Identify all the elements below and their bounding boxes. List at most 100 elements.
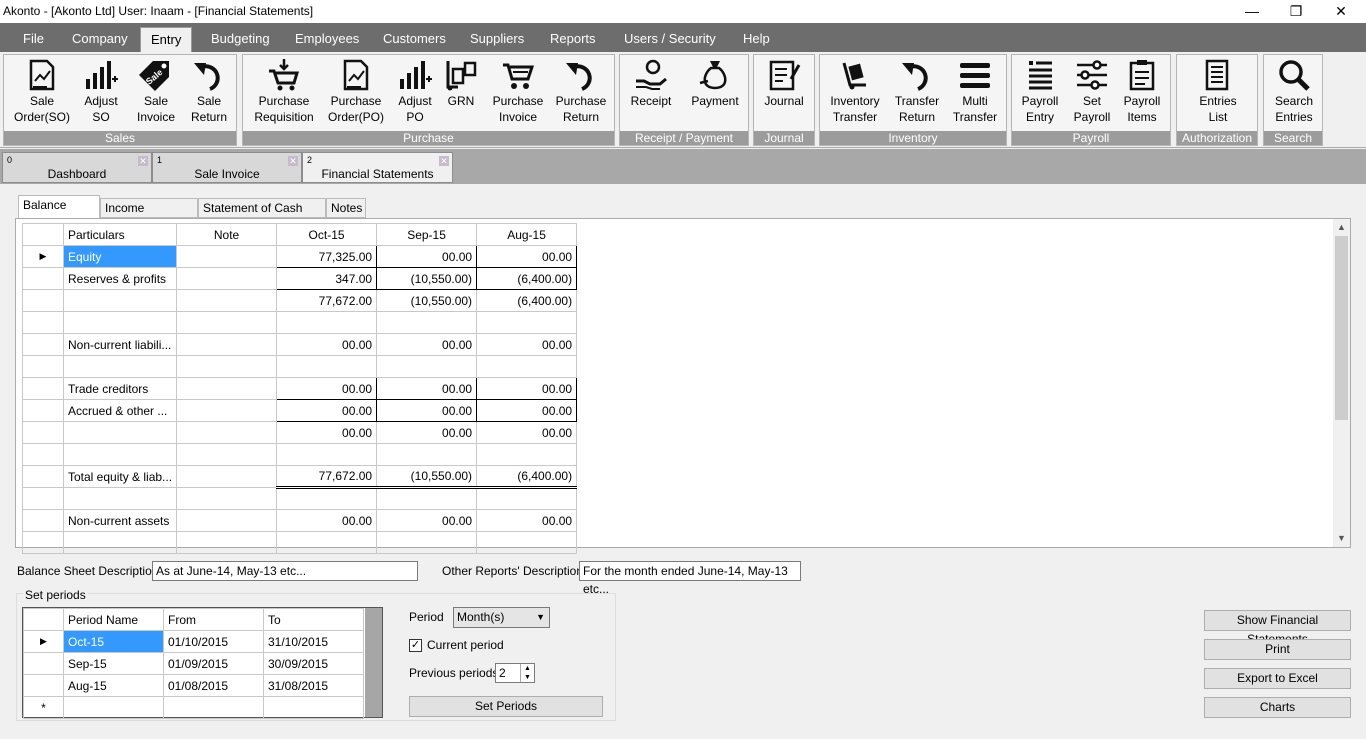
- menu-suppliers[interactable]: Suppliers: [460, 27, 534, 52]
- sale-return-button[interactable]: Sale Return: [184, 57, 234, 131]
- cell-period-name[interactable]: Sep-15: [63, 652, 164, 675]
- cell-from[interactable]: 01/10/2015: [163, 630, 264, 653]
- tab-dashboard[interactable]: 0 Dashboard ✕: [2, 152, 152, 183]
- table-row[interactable]: 77,672.00 (10,550.00) (6,400.00): [22, 289, 578, 312]
- sale-order-button[interactable]: Sale Order(SO): [9, 57, 75, 131]
- close-tab-icon[interactable]: ✕: [439, 156, 449, 166]
- payment-button[interactable]: Payment: [684, 57, 746, 131]
- table-row[interactable]: Total equity & liab... 77,672.00 (10,550…: [22, 465, 578, 489]
- minimize-button[interactable]: —: [1229, 0, 1275, 23]
- table-row[interactable]: Non-current liabili... 00.00 00.00 00.00: [22, 333, 578, 356]
- cell-value[interactable]: [476, 443, 578, 466]
- cell-value[interactable]: 00.00: [476, 509, 578, 532]
- cell-value[interactable]: 00.00: [476, 377, 578, 400]
- col-period-name[interactable]: Period Name: [63, 608, 164, 631]
- menu-users-security[interactable]: Users / Security: [614, 27, 726, 52]
- table-row[interactable]: Aug-15 01/08/2015 31/08/2015: [23, 674, 364, 697]
- cell-value[interactable]: 347.00: [276, 267, 378, 290]
- cell-value[interactable]: 77,672.00: [276, 465, 378, 489]
- cell-particulars[interactable]: Accrued & other ...: [62, 399, 178, 422]
- previous-periods-stepper[interactable]: 2 ▲ ▼: [495, 663, 535, 683]
- tab-sale-invoice[interactable]: 1 Sale Invoice ✕: [152, 152, 302, 183]
- scroll-down-icon[interactable]: ▼: [1333, 530, 1350, 547]
- cell-value[interactable]: 00.00: [276, 377, 378, 400]
- cell-particulars[interactable]: Total equity & liab...: [62, 465, 178, 488]
- journal-button[interactable]: Journal: [756, 57, 812, 131]
- menu-customers[interactable]: Customers: [373, 27, 456, 52]
- receipt-button[interactable]: Receipt: [622, 57, 680, 131]
- cell-note[interactable]: [176, 311, 278, 334]
- cell-value[interactable]: [376, 443, 478, 466]
- cell-particulars[interactable]: [62, 311, 178, 334]
- cell-to[interactable]: 30/09/2015: [263, 652, 364, 675]
- col-sep-15[interactable]: Sep-15: [376, 223, 478, 246]
- cell-note[interactable]: [176, 355, 278, 378]
- cell-particulars[interactable]: Non-current liabili...: [62, 333, 178, 356]
- print-button[interactable]: Print: [1204, 639, 1351, 660]
- balance-sheet-grid[interactable]: Particulars Note Oct-15 Sep-15 Aug-15 ▶ …: [22, 223, 578, 554]
- cell-particulars[interactable]: Reserves & profits: [62, 267, 178, 290]
- periods-scrollbar[interactable]: [365, 608, 382, 717]
- cell-value[interactable]: 00.00: [376, 333, 478, 356]
- cell-value[interactable]: 00.00: [276, 509, 378, 532]
- cell-value[interactable]: 00.00: [476, 399, 578, 422]
- cell-period-name[interactable]: Oct-15: [63, 630, 164, 653]
- table-row[interactable]: ▶ Equity 77,325.00 00.00 00.00: [22, 245, 578, 268]
- cell-value[interactable]: 00.00: [376, 245, 478, 268]
- cell-value[interactable]: (10,550.00): [376, 267, 478, 290]
- cell-note[interactable]: [176, 465, 278, 488]
- col-particulars[interactable]: Particulars: [62, 223, 178, 246]
- cell-value[interactable]: (6,400.00): [476, 465, 578, 489]
- cell-value[interactable]: 00.00: [376, 509, 478, 532]
- table-row[interactable]: Trade creditors 00.00 00.00 00.00: [22, 377, 578, 400]
- cell-value[interactable]: [376, 487, 478, 510]
- cell-note[interactable]: [176, 487, 278, 510]
- cell-value[interactable]: 00.00: [376, 377, 478, 400]
- table-row[interactable]: [22, 531, 578, 554]
- table-row[interactable]: Non-current assets 00.00 00.00 00.00: [22, 509, 578, 532]
- cell-value[interactable]: 00.00: [276, 333, 378, 356]
- menu-employees[interactable]: Employees: [285, 27, 369, 52]
- cell-from[interactable]: 01/09/2015: [163, 652, 264, 675]
- other-description-input[interactable]: For the month ended June-14, May-13 etc.…: [579, 561, 801, 596]
- cell-value[interactable]: 77,325.00: [276, 245, 378, 268]
- purchase-invoice-button[interactable]: Purchase Invoice: [487, 57, 549, 131]
- cell-to[interactable]: [263, 696, 364, 719]
- cell-particulars[interactable]: Non-current assets: [62, 509, 178, 532]
- menu-file[interactable]: File: [13, 27, 54, 52]
- table-row[interactable]: Sep-15 01/09/2015 30/09/2015: [23, 652, 364, 675]
- cell-note[interactable]: [176, 377, 278, 400]
- menu-company[interactable]: Company: [62, 27, 138, 52]
- scroll-up-icon[interactable]: ▲: [1333, 219, 1350, 236]
- cell-period-name[interactable]: Aug-15: [63, 674, 164, 697]
- cell-value[interactable]: (10,550.00): [376, 465, 478, 489]
- cell-value[interactable]: [276, 443, 378, 466]
- transfer-return-button[interactable]: Transfer Return: [890, 57, 944, 131]
- show-financial-statements-button[interactable]: Show Financial Statements: [1204, 610, 1351, 646]
- cell-particulars[interactable]: [62, 421, 178, 444]
- table-row[interactable]: Reserves & profits 347.00 (10,550.00) (6…: [22, 267, 578, 290]
- entries-list-button[interactable]: Entries List: [1181, 57, 1255, 131]
- cell-value[interactable]: [376, 355, 478, 378]
- tab-income-statement[interactable]: Income Statement: [100, 198, 198, 233]
- search-entries-button[interactable]: Search Entries: [1266, 57, 1322, 131]
- cell-value[interactable]: [276, 355, 378, 378]
- cell-particulars[interactable]: Trade creditors: [62, 377, 178, 400]
- cell-value[interactable]: 00.00: [376, 421, 478, 444]
- purchase-order-button[interactable]: Purchase Order(PO): [323, 57, 389, 131]
- cell-note[interactable]: [176, 289, 278, 312]
- cell-note[interactable]: [176, 421, 278, 444]
- spin-up-icon[interactable]: ▲: [520, 664, 534, 673]
- periods-grid[interactable]: Period Name From To ▶ Oct-15 01/10/2015 …: [22, 607, 383, 719]
- cell-value[interactable]: (6,400.00): [476, 267, 578, 290]
- col-note[interactable]: Note: [176, 223, 278, 246]
- cell-value[interactable]: 00.00: [276, 421, 378, 444]
- spin-down-icon[interactable]: ▼: [520, 673, 534, 682]
- cell-value[interactable]: 77,672.00: [276, 289, 378, 312]
- tab-financial-statements[interactable]: 2 Financial Statements ✕: [302, 152, 453, 183]
- adjust-so-button[interactable]: Adjust SO: [76, 57, 126, 131]
- export-to-excel-button[interactable]: Export to Excel: [1204, 668, 1351, 689]
- cell-from[interactable]: [163, 696, 264, 719]
- col-aug-15[interactable]: Aug-15: [476, 223, 578, 246]
- cell-value[interactable]: 00.00: [476, 245, 578, 268]
